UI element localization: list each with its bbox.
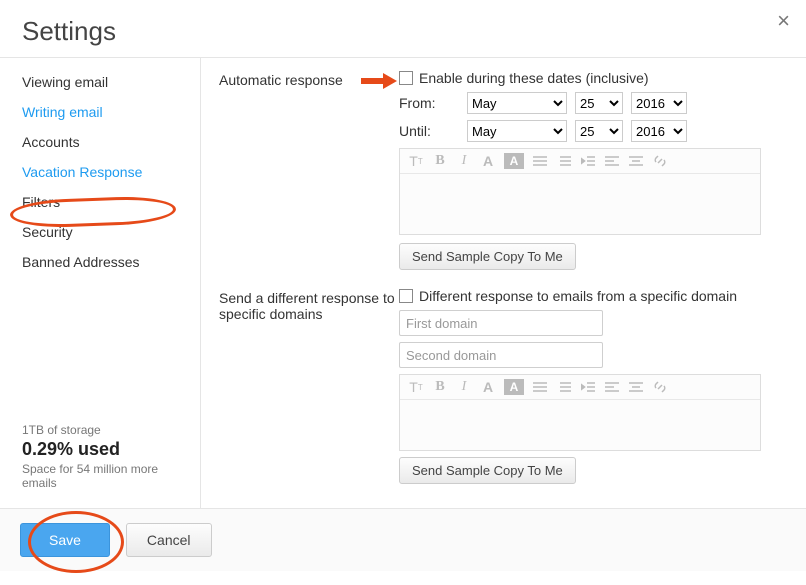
bold-icon[interactable]: B [432, 379, 448, 395]
send-sample-button[interactable]: Send Sample Copy To Me [399, 243, 576, 270]
cancel-button[interactable]: Cancel [126, 523, 212, 557]
domain-response-label: Different response to emails from a spec… [419, 288, 737, 304]
domain-message-editor: TT B I A A [399, 374, 761, 451]
close-icon[interactable]: × [777, 8, 790, 34]
font-size-icon[interactable]: TT [408, 153, 424, 169]
indent-icon[interactable] [580, 379, 596, 395]
sidebar-item-viewing-email[interactable]: Viewing email [0, 68, 200, 98]
sidebar-item-banned-addresses[interactable]: Banned Addresses [0, 248, 200, 278]
align-left-icon[interactable] [604, 379, 620, 395]
until-year-select[interactable]: 2016 [631, 120, 687, 142]
storage-info: 1TB of storage 0.29% used Space for 54 m… [0, 423, 200, 498]
message-editor: TT B I A A [399, 148, 761, 235]
section-automatic-response: Automatic response Enable during these d… [219, 70, 788, 270]
section-domain-response: Send a different response to specific do… [219, 288, 788, 484]
from-year-select[interactable]: 2016 [631, 92, 687, 114]
italic-icon[interactable]: I [456, 153, 472, 169]
save-button[interactable]: Save [20, 523, 110, 557]
align-left-icon[interactable] [604, 153, 620, 169]
indent-icon[interactable] [580, 153, 596, 169]
sidebar-item-filters[interactable]: Filters [0, 188, 200, 218]
from-day-select[interactable]: 25 [575, 92, 623, 114]
italic-icon[interactable]: I [456, 379, 472, 395]
number-list-icon[interactable] [556, 379, 572, 395]
link-icon[interactable] [652, 153, 668, 169]
text-color-icon[interactable]: A [480, 153, 496, 169]
message-textarea[interactable] [400, 174, 760, 234]
align-center-icon[interactable] [628, 379, 644, 395]
sidebar-nav: Viewing email Writing email Accounts Vac… [0, 68, 200, 423]
domain-response-checkbox[interactable] [399, 289, 413, 303]
first-domain-input[interactable] [399, 310, 603, 336]
number-list-icon[interactable] [556, 153, 572, 169]
highlight-icon[interactable]: A [504, 379, 524, 395]
link-icon[interactable] [652, 379, 668, 395]
bold-icon[interactable]: B [432, 153, 448, 169]
storage-detail: Space for 54 million more emails [22, 462, 178, 490]
until-label: Until: [399, 123, 459, 139]
font-size-icon[interactable]: TT [408, 379, 424, 395]
sidebar: Viewing email Writing email Accounts Vac… [0, 58, 201, 508]
storage-used: 0.29% used [22, 439, 178, 460]
settings-dialog: × Settings Viewing email Writing email A… [0, 0, 806, 585]
sidebar-item-accounts[interactable]: Accounts [0, 128, 200, 158]
dialog-title: Settings [0, 0, 806, 57]
highlight-icon[interactable]: A [504, 153, 524, 169]
domain-message-textarea[interactable] [400, 400, 760, 450]
bullet-list-icon[interactable] [532, 379, 548, 395]
dialog-body: Viewing email Writing email Accounts Vac… [0, 58, 806, 508]
dialog-footer: Save Cancel [0, 508, 806, 571]
until-month-select[interactable]: May [467, 120, 567, 142]
editor-toolbar: TT B I A A [400, 149, 760, 174]
from-month-select[interactable]: May [467, 92, 567, 114]
sidebar-item-writing-email[interactable]: Writing email [0, 98, 200, 128]
enable-dates-checkbox[interactable] [399, 71, 413, 85]
second-domain-input[interactable] [399, 342, 603, 368]
send-sample-domain-button[interactable]: Send Sample Copy To Me [399, 457, 576, 484]
text-color-icon[interactable]: A [480, 379, 496, 395]
content-pane: Automatic response Enable during these d… [201, 58, 806, 508]
domain-editor-toolbar: TT B I A A [400, 375, 760, 400]
align-center-icon[interactable] [628, 153, 644, 169]
enable-dates-label: Enable during these dates (inclusive) [419, 70, 649, 86]
bullet-list-icon[interactable] [532, 153, 548, 169]
section-label-auto: Automatic response [219, 70, 399, 88]
from-label: From: [399, 95, 459, 111]
section-label-domain: Send a different response to specific do… [219, 288, 399, 322]
storage-capacity: 1TB of storage [22, 423, 178, 437]
until-day-select[interactable]: 25 [575, 120, 623, 142]
sidebar-item-security[interactable]: Security [0, 218, 200, 248]
sidebar-item-vacation-response[interactable]: Vacation Response [0, 158, 200, 188]
